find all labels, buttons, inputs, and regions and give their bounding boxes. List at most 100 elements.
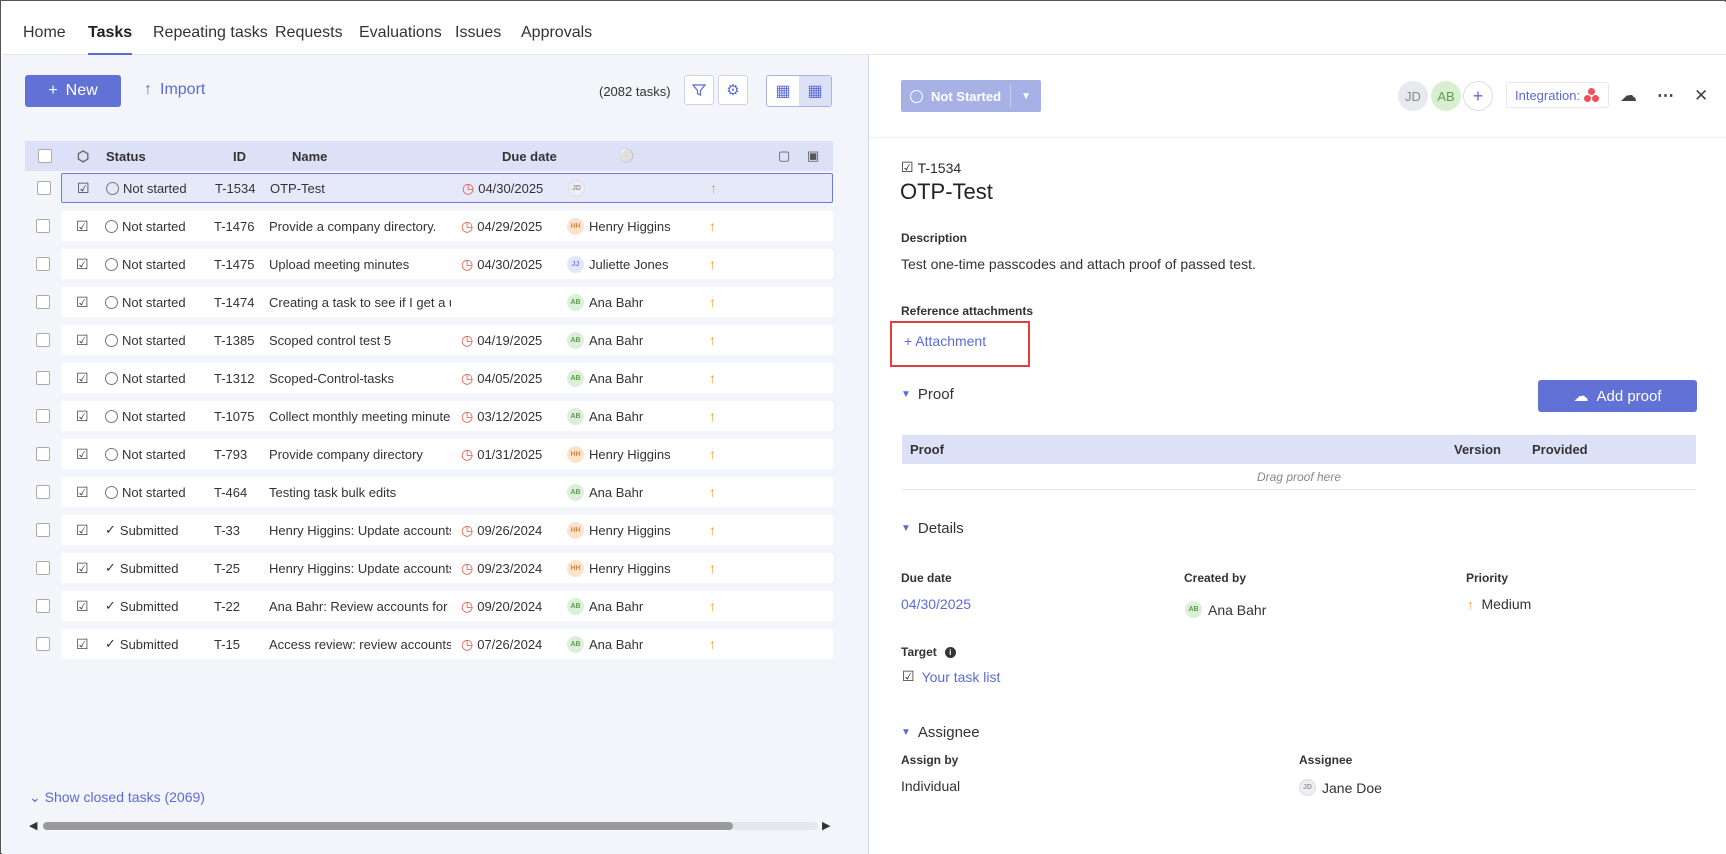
row-checkbox[interactable] — [36, 219, 50, 233]
provided-column[interactable]: Provided — [1532, 442, 1588, 457]
more-options-icon[interactable]: ⋯ — [1657, 86, 1674, 106]
details-section-toggle[interactable]: ▼ Details — [901, 520, 964, 537]
row-checkbox[interactable] — [36, 257, 50, 271]
version-column[interactable]: Version — [1454, 442, 1501, 457]
assign-by-value[interactable]: Individual — [901, 778, 960, 794]
column-status[interactable]: Status — [106, 149, 146, 164]
integration-button[interactable]: Integration: — [1506, 82, 1610, 108]
task-name-cell[interactable]: Upload meeting minutes — [269, 257, 451, 272]
table-row[interactable]: ☑ Not started T-1534 OTP-Test ◷ 04/30/2025 JD ↑ — [37, 173, 833, 203]
column-due-date[interactable]: Due date — [502, 149, 557, 164]
table-row[interactable]: ☑ Not started T-1312 Scoped-Control-tasks ◷ 0… — [36, 363, 833, 393]
assignee-section-toggle[interactable]: ▼ Assignee — [901, 724, 980, 741]
table-row[interactable]: ☑ Not started T-1474 Creating a task to see… — [36, 287, 833, 317]
status-dropdown-button[interactable]: Not Started ▼ — [901, 80, 1041, 112]
task-type-icon: ☑ — [76, 217, 89, 234]
avatar-ab[interactable]: AB — [1431, 81, 1461, 111]
task-name-cell[interactable]: Provide a company directory. — [269, 219, 451, 234]
tab-evaluations[interactable]: Evaluations — [359, 24, 442, 42]
proof-drop-zone[interactable]: Drag proof here — [902, 464, 1696, 490]
table-row[interactable]: ☑ Not started T-464 Testing task bulk edits… — [36, 477, 833, 507]
info-icon[interactable]: i — [944, 646, 956, 658]
task-name-cell[interactable]: Creating a task to see if I get a uni... — [269, 295, 451, 310]
table-row[interactable]: ☑ ✓ Submitted T-22 Ana Bahr: Review accounts… — [36, 591, 833, 621]
task-name-cell[interactable]: Scoped-Control-tasks — [269, 371, 451, 386]
add-proof-button[interactable]: ☁ Add proof — [1538, 380, 1697, 412]
group-icon[interactable]: ▣ — [807, 148, 819, 164]
table-row[interactable]: ☑ Not started T-1476 Provide a company dire… — [36, 211, 833, 241]
person-column-icon[interactable]: ⚪ — [618, 148, 634, 164]
proof-section-label: Proof — [917, 386, 954, 403]
target-link[interactable]: ☑ Your task list — [902, 668, 1000, 685]
tab-repeating-tasks[interactable]: Repeating tasks — [153, 24, 268, 42]
task-title[interactable]: OTP-Test — [900, 179, 993, 205]
task-name-cell[interactable]: Testing task bulk edits — [269, 485, 451, 500]
proof-column[interactable]: Proof — [910, 442, 944, 457]
tab-home[interactable]: Home — [23, 24, 66, 42]
table-row[interactable]: ☑ Not started T-1475 Upload meeting minutes… — [36, 249, 833, 279]
tab-approvals[interactable]: Approvals — [521, 24, 592, 42]
task-name-cell[interactable]: Provide company directory — [269, 447, 451, 462]
assignee-section-label: Assignee — [917, 724, 980, 741]
table-view-button[interactable]: ▦ — [799, 76, 831, 106]
due-date-value[interactable]: 04/30/2025 — [901, 596, 971, 612]
table-row[interactable]: ☑ ✓ Submitted T-25 Henry Higgins: Update acc… — [36, 553, 833, 583]
board-view-button[interactable]: ▦ — [767, 76, 799, 106]
column-name[interactable]: Name — [292, 149, 327, 164]
horizontal-scrollbar[interactable]: ◀ ▶ — [29, 818, 832, 832]
table-row[interactable]: ☑ ✓ Submitted T-15 Access review: review acc… — [36, 629, 833, 659]
priority-arrow-up-icon: ↑ — [709, 560, 716, 576]
import-button[interactable]: ↑ Import — [144, 81, 205, 99]
task-list-panel: + New ↑ Import (2082 tasks) ⚙ ▦ ▦ ⬡ Stat… — [2, 55, 868, 854]
column-id[interactable]: ID — [233, 149, 246, 164]
row-checkbox[interactable] — [36, 295, 50, 309]
avatar-jd[interactable]: JD — [1398, 81, 1428, 111]
filter-button[interactable] — [684, 75, 714, 105]
assignee-name: Ana Bahr — [589, 484, 644, 500]
row-checkbox[interactable] — [36, 485, 50, 499]
scroll-left-icon[interactable]: ◀ — [29, 819, 37, 832]
row-checkbox[interactable] — [36, 333, 50, 347]
task-name-cell[interactable]: OTP-Test — [270, 181, 452, 196]
tab-requests[interactable]: Requests — [275, 24, 343, 42]
scroll-right-icon[interactable]: ▶ — [822, 819, 830, 832]
new-task-button[interactable]: + New — [25, 75, 121, 107]
task-name-cell[interactable]: Access review: review accounts fo... — [269, 637, 451, 652]
assignee-value[interactable]: JD Jane Doe — [1299, 779, 1382, 796]
description-text[interactable]: Test one-time passcodes and attach proof… — [901, 256, 1256, 272]
cloud-upload-icon[interactable]: ☁ — [1620, 86, 1637, 106]
close-icon[interactable]: ✕ — [1694, 86, 1708, 106]
settings-button[interactable]: ⚙ — [718, 75, 748, 105]
select-all-checkbox[interactable] — [38, 149, 52, 163]
tab-issues[interactable]: Issues — [455, 24, 501, 42]
scroll-thumb[interactable] — [43, 822, 733, 830]
status-text: Submitted — [119, 636, 179, 652]
priority-value[interactable]: ↑ Medium — [1467, 596, 1531, 612]
tab-tasks[interactable]: Tasks — [88, 24, 133, 56]
task-name-cell[interactable]: Collect monthly meeting minutes — [269, 409, 451, 424]
status-text: Not started — [122, 256, 186, 272]
row-checkbox[interactable] — [36, 523, 50, 537]
row-checkbox[interactable] — [36, 371, 50, 385]
table-row[interactable]: ☑ ✓ Submitted T-33 Henry Higgins: Update acc… — [36, 515, 833, 545]
row-checkbox[interactable] — [36, 409, 50, 423]
avatar: AB — [567, 369, 584, 387]
add-watcher-button[interactable]: + — [1463, 81, 1493, 111]
task-name-cell[interactable]: Henry Higgins: Update accounts f... — [269, 561, 451, 576]
row-checkbox[interactable] — [36, 561, 50, 575]
table-row[interactable]: ☑ Not started T-1075 Collect monthly meetin… — [36, 401, 833, 431]
expand-columns-icon[interactable]: ▢ — [778, 148, 790, 164]
table-row[interactable]: ☑ Not started T-793 Provide company directo… — [36, 439, 833, 469]
proof-section-toggle[interactable]: ▼ Proof — [901, 386, 954, 403]
row-checkbox[interactable] — [36, 447, 50, 461]
task-name-cell[interactable]: Henry Higgins: Update accounts f... — [269, 523, 451, 538]
due-date-cell: ◷ 09/23/2024 — [461, 560, 542, 577]
task-name-cell[interactable]: Scoped control test 5 — [269, 333, 451, 348]
table-row[interactable]: ☑ Not started T-1385 Scoped control test 5 ◷… — [36, 325, 833, 355]
task-name-cell[interactable]: Ana Bahr: Review accounts for EU... — [269, 599, 451, 614]
row-checkbox[interactable] — [36, 637, 50, 651]
task-id-cell: T-22 — [214, 598, 241, 614]
row-checkbox[interactable] — [36, 599, 50, 613]
show-closed-tasks-link[interactable]: ⌄ Show closed tasks (2069) — [29, 789, 205, 806]
row-checkbox[interactable] — [37, 181, 51, 195]
